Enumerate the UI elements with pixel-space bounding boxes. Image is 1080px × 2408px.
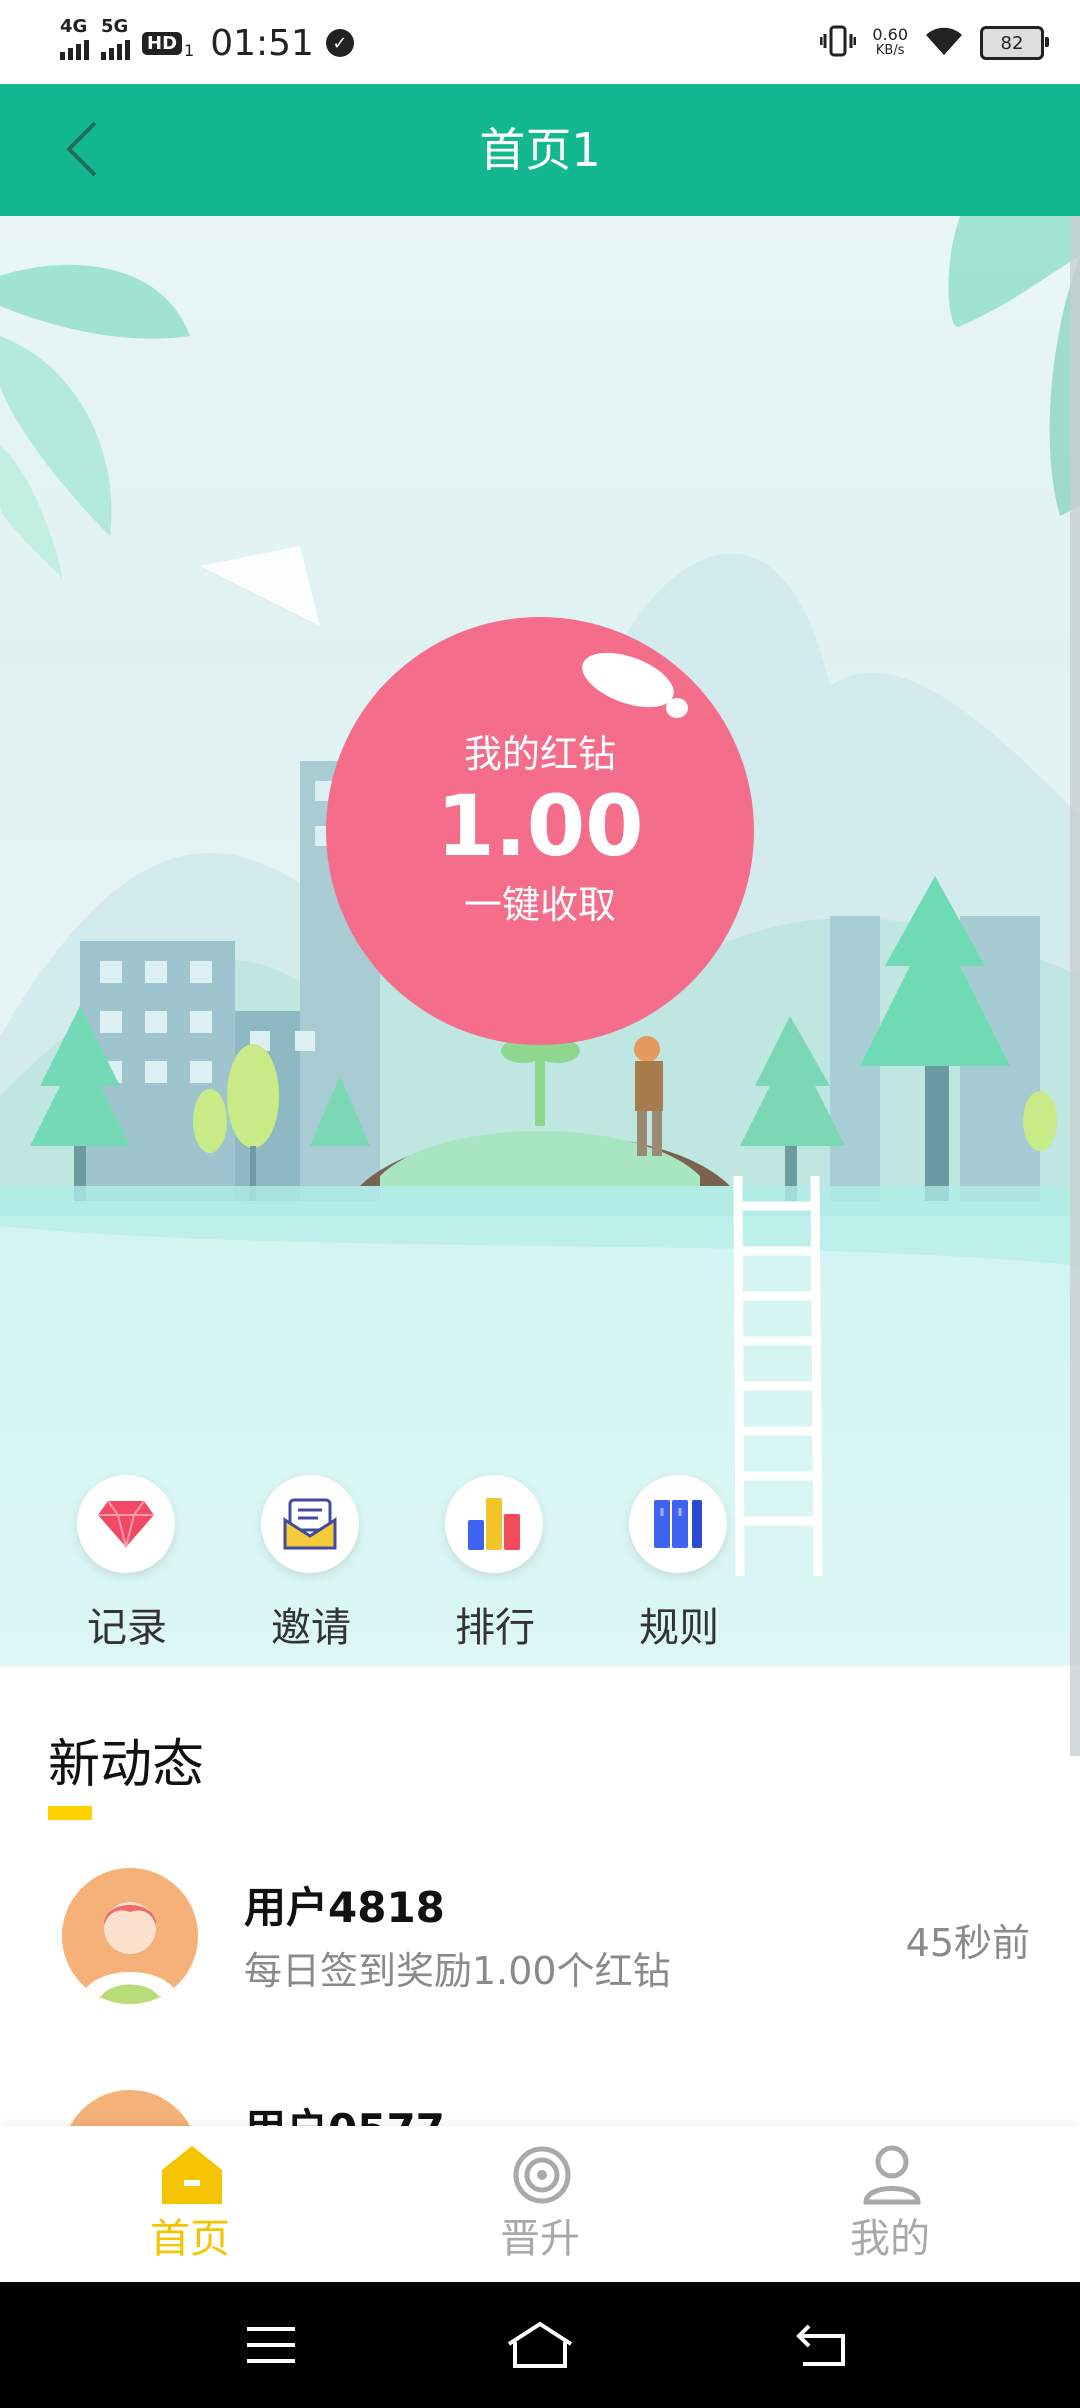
net1-label: 4G	[60, 16, 88, 37]
home-button[interactable]	[505, 2310, 575, 2380]
envelope-icon	[261, 1475, 359, 1573]
back-arrow-icon	[796, 2324, 845, 2366]
shortcut-ranking[interactable]: 排行	[420, 1475, 570, 1665]
battery-level: 82	[1000, 32, 1024, 54]
vibrate-icon	[819, 24, 857, 62]
bottom-tab-bar: 首页 晋升 我的	[0, 2126, 1080, 2282]
signal-5g-icon: 5G	[101, 16, 130, 60]
menu-icon	[247, 2327, 295, 2363]
hd-sub: 1	[184, 40, 195, 60]
system-navigation-bar	[0, 2282, 1080, 2408]
tab-label: 我的	[850, 2216, 930, 2262]
person-icon	[863, 2145, 921, 2205]
collect-diamonds-button[interactable]: 我的红钻 1.00 一键收取	[326, 617, 754, 1045]
hd-badge: HD	[142, 31, 183, 55]
wifi-icon	[924, 25, 964, 61]
tab-label: 首页	[150, 2216, 230, 2262]
section-underline	[48, 1806, 92, 1820]
feed-time: 45秒前	[905, 1921, 1030, 1965]
check-circle-icon: ✓	[325, 29, 354, 57]
header-bar: 首页1	[0, 84, 1080, 216]
diamond-icon	[77, 1475, 175, 1573]
status-left: 4G 5G HD 1 01:51 ✓	[60, 16, 354, 68]
avatar	[62, 1868, 198, 2004]
shortcut-label: 排行	[455, 1605, 535, 1651]
scrollbar[interactable]	[1070, 216, 1080, 1756]
shortcut-row: 记录 邀请 排行 规则	[0, 1475, 740, 1665]
feed-description: 每日签到奖励1.00个红钻	[244, 1949, 671, 1993]
net2-label: 5G	[101, 16, 129, 37]
network-speed: 0.60 KB/s	[872, 27, 908, 59]
feed-item[interactable]: 用户4818 每日签到奖励1.00个红钻 45秒前	[0, 1868, 1080, 2048]
signal-4g-icon: 4G	[60, 16, 89, 60]
shortcut-label: 规则	[639, 1605, 719, 1651]
bar-chart-icon	[445, 1475, 543, 1573]
status-time: 01:51	[210, 22, 314, 64]
page-title: 首页1	[479, 123, 601, 177]
book-icon	[629, 1475, 727, 1573]
shortcut-label: 邀请	[271, 1605, 351, 1651]
tab-mine[interactable]: 我的	[710, 2126, 1070, 2282]
shortcut-rules[interactable]: 规则	[604, 1475, 754, 1665]
home-outline-icon	[507, 2321, 573, 2368]
back-nav-button[interactable]	[788, 2310, 858, 2380]
tab-label: 晋升	[500, 2216, 580, 2262]
shortcut-records[interactable]: 记录	[52, 1475, 202, 1665]
collect-all-label: 一键收取	[463, 883, 616, 927]
menu-button[interactable]	[236, 2310, 306, 2380]
status-bar: 4G 5G HD 1 01:51 ✓ 0.60 KB/s 82	[0, 0, 1080, 84]
target-icon	[513, 2146, 571, 2204]
battery-icon: 82	[980, 26, 1049, 60]
shortcut-invite[interactable]: 邀请	[236, 1475, 386, 1665]
diamond-label: 我的红钻	[463, 732, 616, 776]
diamond-balance: 1.00	[436, 777, 644, 875]
tab-home[interactable]: 首页	[10, 2126, 370, 2282]
tab-promotion[interactable]: 晋升	[360, 2126, 720, 2282]
speed-unit: KB/s	[875, 43, 905, 58]
feed-section-title: 新动态	[48, 1735, 205, 1795]
feed-username: 用户4818	[244, 1883, 445, 1932]
shortcut-label: 记录	[87, 1605, 167, 1651]
speed-value: 0.60	[872, 25, 908, 44]
home-icon	[162, 2146, 222, 2204]
bubble-highlight-small	[666, 698, 688, 718]
status-right: 0.60 KB/s 82	[819, 20, 1049, 66]
